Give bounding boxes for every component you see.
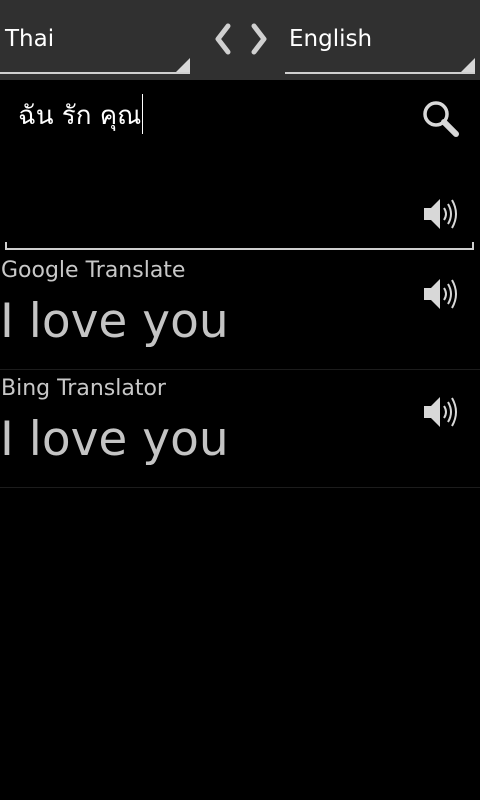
chevron-left-icon[interactable] bbox=[210, 22, 236, 56]
text-caret bbox=[142, 94, 144, 134]
input-underline bbox=[5, 242, 474, 250]
target-language-spinner[interactable]: English bbox=[285, 0, 475, 74]
result-row-bing: Bing Translator I love you bbox=[0, 368, 480, 488]
source-language-spinner[interactable]: Thai bbox=[0, 0, 190, 74]
search-icon[interactable] bbox=[420, 98, 462, 140]
spinner-corner-icon bbox=[461, 58, 475, 72]
source-text: ฉัน รัก คุณ bbox=[18, 101, 142, 131]
speaker-icon[interactable] bbox=[420, 392, 460, 432]
translation-text: I love you bbox=[0, 294, 229, 349]
source-text-input[interactable]: ฉัน รัก คุณ bbox=[18, 94, 144, 136]
target-language-label: English bbox=[289, 26, 373, 52]
source-language-label: Thai bbox=[5, 26, 55, 52]
language-bar: Thai English bbox=[0, 0, 480, 80]
speaker-icon[interactable] bbox=[420, 194, 460, 234]
speaker-icon[interactable] bbox=[420, 274, 460, 314]
spinner-corner-icon bbox=[176, 58, 190, 72]
translation-text: I love you bbox=[0, 412, 229, 467]
input-area: ฉัน รัก คุณ bbox=[0, 80, 480, 250]
provider-label: Google Translate bbox=[1, 258, 186, 283]
chevron-right-icon[interactable] bbox=[246, 22, 272, 56]
provider-label: Bing Translator bbox=[1, 376, 166, 401]
result-row-google: Google Translate I love you bbox=[0, 250, 480, 370]
